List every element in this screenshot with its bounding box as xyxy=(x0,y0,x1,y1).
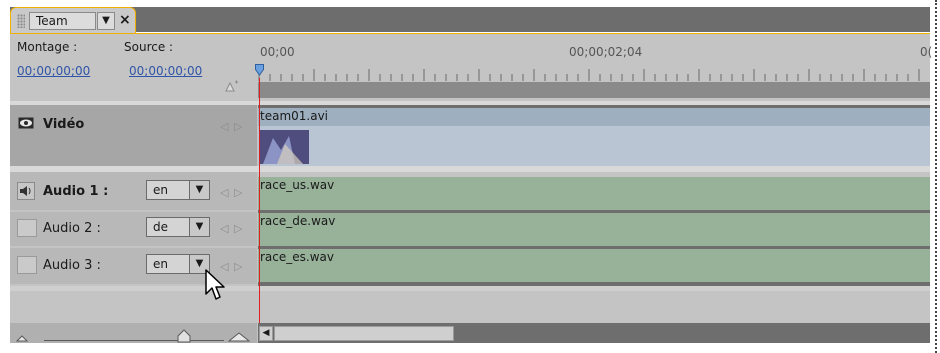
montage-timecode[interactable]: 00;00;00;00 xyxy=(17,64,90,78)
eye-icon[interactable] xyxy=(18,117,34,129)
timeline-window: Team ▼ × Montage : Source : 00;00;00;00 … xyxy=(0,0,940,353)
work-area-bar[interactable] xyxy=(258,82,930,98)
tab-bar xyxy=(10,7,930,32)
video-clip[interactable]: team01.avi xyxy=(258,108,930,166)
zoom-slider-track[interactable] xyxy=(44,340,224,341)
audio-clip-1[interactable]: race_us.wav xyxy=(258,177,930,210)
zoom-slider-handle[interactable] xyxy=(177,329,191,343)
tab-grip-icon[interactable] xyxy=(17,14,25,28)
source-timecode[interactable]: 00;00;00;00 xyxy=(129,64,202,78)
ruler-end-label: 0( xyxy=(920,45,933,59)
playhead-line xyxy=(259,78,260,323)
audio-track-2-toggle[interactable] xyxy=(17,219,37,237)
window-edge xyxy=(935,0,937,353)
video-track-header[interactable] xyxy=(10,105,257,166)
ruler-start-label: 00;00 xyxy=(260,45,295,59)
audio-track-3-toggle[interactable] xyxy=(17,256,37,274)
source-label: Source : xyxy=(124,40,174,54)
video-clip-thumbnail xyxy=(259,130,309,164)
audio-track-1-language-select[interactable]: en ▼ xyxy=(146,180,210,200)
audio-track-1-language-value: en xyxy=(153,183,168,197)
audio-track-2-keyframe-nav[interactable]: ◁ ▷ xyxy=(220,222,243,235)
audio-clip-3[interactable]: race_es.wav xyxy=(258,249,930,282)
ruler-ticks xyxy=(258,69,920,81)
audio-clip-2[interactable]: race_de.wav xyxy=(258,213,930,246)
tab-team-label[interactable]: Team xyxy=(29,12,96,30)
audio-track-2-language-dropdown[interactable]: ▼ xyxy=(189,218,209,236)
video-clip-name: team01.avi xyxy=(260,109,329,123)
audio-clip-3-name: race_es.wav xyxy=(260,250,334,264)
speaker-icon[interactable] xyxy=(17,182,35,200)
audio-clip-2-name: race_de.wav xyxy=(260,214,336,228)
tab-close-button[interactable]: × xyxy=(119,11,131,29)
montage-label: Montage : xyxy=(17,40,78,54)
audio-track-2-language-value: de xyxy=(153,220,168,234)
cursor-pointer-icon xyxy=(205,269,225,300)
audio-end-separator xyxy=(10,286,930,291)
audio-clip-1-name: race_us.wav xyxy=(260,178,335,192)
video-clip-header xyxy=(258,108,930,126)
audio-track-3-language-value: en xyxy=(153,257,168,271)
zoom-in-icon[interactable] xyxy=(228,332,250,342)
playhead-icon[interactable] xyxy=(255,64,264,76)
audio-track-1-language-dropdown[interactable]: ▼ xyxy=(189,181,209,199)
audio-track-2-language-select[interactable]: de ▼ xyxy=(146,217,210,237)
audio-track-1-keyframe-nav[interactable]: ◁ ▷ xyxy=(220,186,243,199)
audio-track-1-name: Audio 1 : xyxy=(43,184,109,199)
audio-track-3-language-select[interactable]: en ▼ xyxy=(146,254,210,274)
ruler-mid-label: 00;00;02;04 xyxy=(569,45,643,59)
zoom-out-icon[interactable] xyxy=(16,334,28,342)
audio-track-2-name: Audio 2 : xyxy=(43,221,101,236)
tab-team[interactable]: Team ▼ × xyxy=(10,7,136,35)
marker-icon[interactable] xyxy=(225,80,239,92)
video-track-name: Vidéo xyxy=(43,117,85,132)
scroll-left-button[interactable]: ◀ xyxy=(259,326,273,341)
audio-track-3-name: Audio 3 : xyxy=(43,258,101,273)
video-keyframe-nav[interactable]: ◁ ▷ xyxy=(220,120,243,133)
scrollbar-thumb[interactable] xyxy=(274,326,454,341)
tab-menu-button[interactable]: ▼ xyxy=(97,12,115,30)
